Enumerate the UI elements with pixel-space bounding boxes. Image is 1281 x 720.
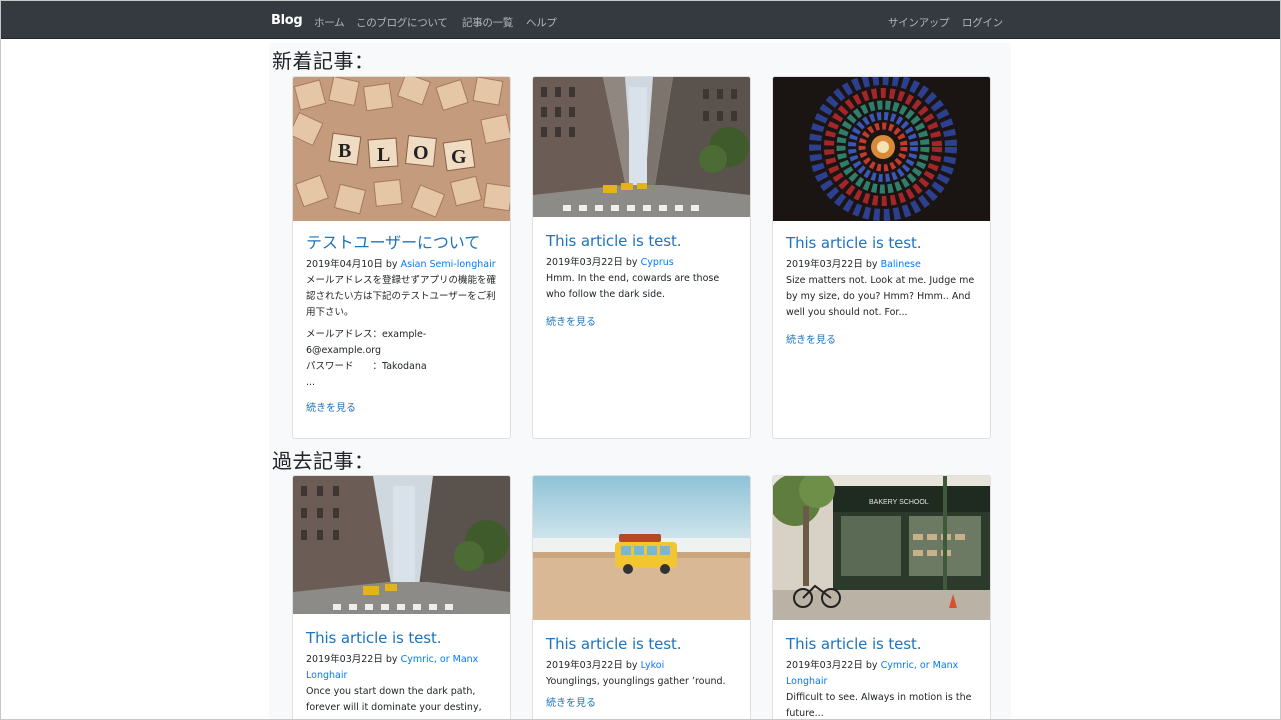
svg-text:L: L: [377, 144, 390, 166]
nav-link-home[interactable]: ホーム: [314, 15, 345, 30]
post-thumbnail-city-street[interactable]: [293, 476, 510, 614]
post-by: by: [865, 660, 878, 671]
post-author-link[interactable]: Balinese: [881, 259, 921, 270]
post-card-body: This article is test. 2019年03月22日 by Cym…: [306, 628, 501, 716]
post-card: This article is test. 2019年03月22日 by Cyp…: [532, 76, 751, 439]
post-title[interactable]: This article is test.: [546, 231, 741, 251]
post-card: This article is test. 2019年03月22日 by Lyk…: [532, 475, 751, 719]
post-card: This article is test. 2019年03月22日 by Bal…: [772, 76, 991, 439]
post-excerpt: Once you start down the dark path, forev…: [306, 686, 482, 713]
post-author-link[interactable]: Asian Semi-longhair: [401, 259, 496, 270]
read-more-link[interactable]: 続きを見る: [546, 313, 741, 328]
old-posts-heading: 過去記事：: [272, 449, 375, 473]
brand-link[interactable]: Blog: [271, 13, 303, 28]
post-thumbnail-blog-tiles[interactable]: B L O G: [293, 77, 510, 221]
post-card-body: This article is test. 2019年03月22日 by Bal…: [786, 233, 981, 346]
post-by: by: [865, 259, 878, 270]
post-meta: 2019年03月22日 by Balinese: [786, 257, 981, 273]
post-by: by: [385, 259, 398, 270]
post-thumbnail-stained-glass[interactable]: [773, 77, 990, 221]
post-excerpt: メールアドレスを登録せずアプリの機能を確認されたい方は下記のテストユーザーをご利…: [306, 275, 497, 318]
nav-link-help[interactable]: ヘルプ: [526, 15, 557, 30]
read-more-link[interactable]: 続きを見る: [306, 399, 501, 414]
post-date: 2019年03月22日: [306, 654, 383, 665]
svg-text:G: G: [451, 146, 467, 168]
post-date: 2019年03月22日: [546, 660, 623, 671]
nav-link-article-list[interactable]: 記事の一覧: [462, 15, 513, 30]
top-navbar: Blog ホーム このブログについて 記事の一覧 ヘルプ サインアップ ログイン: [1, 1, 1280, 39]
post-by: by: [625, 257, 638, 268]
svg-text:B: B: [338, 140, 351, 162]
browser-viewport: Blog ホーム このブログについて 記事の一覧 ヘルプ サインアップ ログイン…: [0, 0, 1281, 720]
post-card: BAKERY SCHOOL This article is test. 2019…: [772, 475, 991, 719]
post-ellipsis: ...: [306, 377, 316, 388]
post-date: 2019年03月22日: [786, 259, 863, 270]
read-more-link[interactable]: 続きを見る: [786, 331, 981, 346]
post-meta: 2019年04月10日 by Asian Semi-longhair: [306, 257, 501, 273]
post-excerpt: Younglings, younglings gather ’round.: [546, 676, 726, 687]
new-posts-heading: 新着記事：: [272, 49, 375, 73]
post-author-link[interactable]: Lykoi: [641, 660, 665, 671]
post-card: B L O G テストユーザーについて 2019年04月10日 by Asian…: [292, 76, 511, 439]
post-card-body: テストユーザーについて 2019年04月10日 by Asian Semi-lo…: [306, 233, 501, 414]
post-meta: 2019年03月22日 by Cymric, or Manx Longhair: [786, 658, 981, 690]
post-title[interactable]: This article is test.: [786, 634, 981, 654]
post-thumbnail-city-street[interactable]: [533, 77, 750, 217]
nav-link-about[interactable]: このブログについて: [356, 15, 448, 30]
post-card-body: This article is test. 2019年03月22日 by Lyk…: [546, 634, 741, 709]
post-date: 2019年03月22日: [786, 660, 863, 671]
post-thumbnail-toy-bus-beach[interactable]: [533, 476, 750, 620]
post-excerpt: Difficult to see. Always in motion is th…: [786, 692, 972, 719]
post-by: by: [385, 654, 398, 665]
bakery-sign-text: BAKERY SCHOOL: [869, 499, 929, 506]
nav-link-login[interactable]: ログイン: [962, 15, 1003, 30]
post-by: by: [625, 660, 638, 671]
post-card-body: This article is test. 2019年03月22日 by Cyp…: [546, 231, 741, 328]
post-meta: 2019年03月22日 by Cyprus: [546, 255, 741, 271]
post-credential-email: メールアドレス：example-6@example.org: [306, 329, 427, 356]
post-card-body: This article is test. 2019年03月22日 by Cym…: [786, 634, 981, 719]
post-title[interactable]: This article is test.: [786, 233, 981, 253]
post-thumbnail-bakery-storefront[interactable]: BAKERY SCHOOL: [773, 476, 990, 620]
post-excerpt: Hmm. In the end, cowards are those who f…: [546, 273, 720, 300]
post-card: This article is test. 2019年03月22日 by Cym…: [292, 475, 511, 719]
nav-link-signup[interactable]: サインアップ: [888, 15, 950, 30]
post-date: 2019年04月10日: [306, 259, 383, 270]
post-credential-password: パスワード ：Takodana: [306, 361, 427, 372]
post-date: 2019年03月22日: [546, 257, 623, 268]
post-title[interactable]: This article is test.: [546, 634, 741, 654]
svg-text:O: O: [413, 142, 429, 164]
post-credentials: メールアドレス：example-6@example.org パスワード ：Tak…: [306, 327, 501, 391]
post-meta: 2019年03月22日 by Lykoi: [546, 658, 741, 674]
post-title[interactable]: This article is test.: [306, 628, 501, 648]
post-meta: 2019年03月22日 by Cymric, or Manx Longhair: [306, 652, 501, 684]
post-author-link[interactable]: Cyprus: [641, 257, 674, 268]
post-title[interactable]: テストユーザーについて: [306, 233, 501, 253]
read-more-link[interactable]: 続きを見る: [546, 694, 741, 709]
post-excerpt: Size matters not. Look at me. Judge me b…: [786, 275, 975, 318]
